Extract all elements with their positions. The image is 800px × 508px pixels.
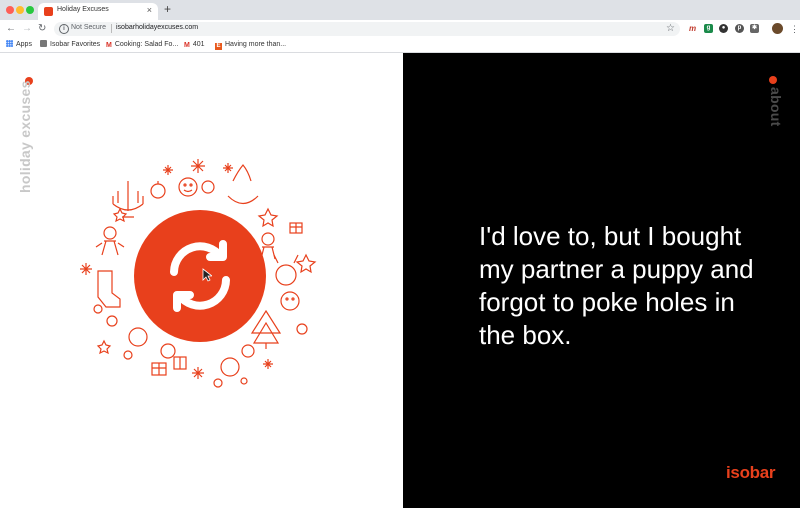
window-maximize-button[interactable] [26,6,34,14]
gingerbread-icon [95,226,125,256]
gift-icon [289,222,303,234]
right-panel: about I'd love to, but I bought my partn… [403,53,800,508]
browser-tab[interactable]: Holiday Excuses × [38,3,158,20]
favicon-icon [44,7,53,16]
address-bar[interactable]: i Not Secure isobarholidayexcuses.com ☆ [54,22,680,36]
browser-toolbar: ← → ↻ i Not Secure isobarholidayexcuses.… [0,20,800,38]
star-icon [295,253,317,274]
cauldron-icon [227,164,259,205]
refresh-icon [170,240,230,312]
extension-m-icon[interactable]: m [688,24,697,33]
profile-avatar[interactable] [772,23,783,34]
snowflake-icon [80,263,92,275]
info-icon[interactable]: i [59,24,69,34]
tab-close-button[interactable]: × [147,5,152,16]
menu-dots-icon[interactable]: ⋮ [790,22,799,36]
reindeer-icon [273,254,299,286]
snowflake-icon [263,359,273,369]
bookmark-isobar-favorites[interactable]: Isobar Favorites [40,40,100,50]
back-arrow-icon[interactable]: ← [6,22,16,36]
shuffle-excuse-button[interactable] [134,210,266,342]
bookmarks-bar: Apps Isobar Favorites M Cooking: Salad Fo… [0,38,800,53]
snowflake-icon [191,159,205,173]
folder-icon [40,40,47,47]
bookmark-apps[interactable]: Apps [6,40,32,50]
bookmark-cooking[interactable]: M Cooking: Salad Fo... [106,40,178,50]
ornament-icon [201,180,215,194]
mouse-cursor-icon [202,268,212,282]
about-link[interactable]: about [768,87,784,127]
window-close-button[interactable] [6,6,14,14]
bookmark-label: Apps [16,41,32,48]
ornament-icon [150,181,166,199]
window-minimize-button[interactable] [16,6,24,14]
extension-pinterest-icon[interactable]: p [735,24,744,33]
snowflake-icon [192,367,204,379]
face-icon [280,291,300,311]
about-dot-icon[interactable] [769,76,777,84]
snowflake-icon [163,165,173,175]
bookmark-label: Cooking: Salad Fo... [114,41,179,48]
extension-drop-icon[interactable]: ● [719,24,728,33]
bookmark-label: 401 [192,41,205,48]
site-title[interactable]: holiday excuses [17,80,33,193]
bookmark-401[interactable]: M 401 [184,40,205,50]
stocking-icon [97,270,121,308]
isobar-logo[interactable]: isobar [726,463,776,483]
url-text[interactable]: isobarholidayexcuses.com [116,24,198,31]
tab-title: Holiday Excuses [57,6,109,13]
snowflake-icon [223,163,233,173]
gift-icon [173,356,187,370]
excuse-text: I'd love to, but I bought my partner a p… [479,221,754,350]
forward-arrow-icon[interactable]: → [22,22,32,36]
left-panel: holiday excuses [0,53,403,508]
extension-grammarly-icon[interactable]: g [704,24,713,33]
gmail-icon: M [106,42,112,49]
security-label: Not Secure [71,24,107,31]
extension-settings-icon[interactable]: ✱ [750,24,759,33]
bookmark-having-more[interactable]: E Having more than... [215,40,286,50]
new-tab-button[interactable]: + [164,2,171,17]
gmail-icon: M [184,42,190,49]
bookmark-label: Having more than... [225,41,287,48]
reload-icon[interactable]: ↻ [38,22,46,36]
e-icon: E [215,43,222,50]
url-divider [111,24,112,33]
gift-icon [151,362,167,376]
apps-grid-icon [6,40,13,47]
ornament-icon [220,344,255,377]
bookmark-label: Isobar Favorites [50,41,101,48]
browser-titlebar: Holiday Excuses × + [0,0,800,20]
bookmark-star-icon[interactable]: ☆ [666,22,675,36]
face-icon [178,177,198,197]
